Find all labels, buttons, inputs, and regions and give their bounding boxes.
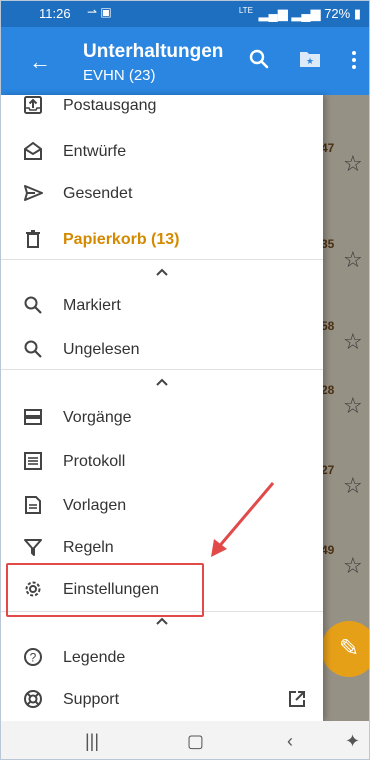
- drawer-item-legend[interactable]: ? Legende: [1, 637, 323, 679]
- back-arrow-icon[interactable]: ←: [29, 49, 51, 75]
- divider: [1, 259, 323, 260]
- status-bar: 11:26 ⇀ ▣ LTE ▂▄▆ ▂▄▆ 72% ▮: [1, 1, 369, 27]
- app-frame: 11:26 ⇀ ▣ LTE ▂▄▆ ▂▄▆ 72% ▮ ← Unterhaltu…: [0, 0, 370, 760]
- drawer-item-label: Papierkorb (13): [63, 231, 180, 248]
- drawer-item-operations[interactable]: Vorgänge: [1, 397, 323, 439]
- help-icon: ?: [24, 648, 42, 666]
- log-icon: [24, 452, 42, 470]
- drawer-item-label: Ungelesen: [63, 341, 140, 358]
- status-right: LTE ▂▄▆ ▂▄▆ 72% ▮: [239, 6, 361, 22]
- battery-icon: ▮: [353, 6, 361, 21]
- svg-text:★: ★: [306, 56, 314, 66]
- drawer-item-drafts[interactable]: Entwürfe: [1, 131, 323, 173]
- navigation-drawer: Postausgang Entwürfe Gesendet Papierkorb…: [1, 95, 323, 721]
- send-icon: [24, 185, 43, 201]
- drawer-item-label: Entwürfe: [63, 143, 127, 160]
- chevron-up-icon[interactable]: [151, 265, 173, 279]
- drawer-item-support[interactable]: Support: [1, 679, 323, 721]
- system-nav-bar: ||| ▢ ‹ ✦: [1, 721, 369, 759]
- annotation-highlight-box: [6, 563, 204, 617]
- search-icon: [24, 296, 42, 314]
- drawer-item-label: Support: [63, 691, 120, 708]
- chevron-up-icon[interactable]: [151, 375, 173, 389]
- drawer-item-label: Markiert: [63, 297, 121, 314]
- back-nav-icon[interactable]: ‹: [287, 731, 293, 752]
- templates-icon: [25, 496, 41, 514]
- divider: [1, 369, 323, 370]
- drawer-item-label: Vorgänge: [63, 409, 132, 426]
- home-icon[interactable]: ▢: [187, 731, 204, 752]
- page-title: Unterhaltungen: [83, 41, 224, 62]
- drawer-item-sent[interactable]: Gesendet: [1, 173, 323, 215]
- recent-apps-icon[interactable]: |||: [85, 731, 99, 752]
- drawer-item-label: Postausgang: [63, 97, 157, 114]
- drawer-item-label: Regeln: [63, 539, 114, 556]
- drawer-item-label: Legende: [63, 649, 126, 666]
- search-icon: [24, 340, 42, 358]
- status-time: 11:26: [39, 6, 71, 21]
- search-icon[interactable]: [247, 47, 271, 71]
- drawer-item-label: Vorlagen: [63, 497, 127, 514]
- svg-text:?: ?: [30, 651, 37, 665]
- more-menu-icon[interactable]: [351, 51, 357, 71]
- drawer-item-trash[interactable]: Papierkorb (13): [1, 219, 323, 261]
- signal-icon: ▂▄▆ ▂▄▆: [258, 6, 321, 21]
- drawer-item-label: Protokoll: [63, 453, 126, 470]
- drawer-item-flagged[interactable]: Markiert: [1, 285, 323, 327]
- support-icon: [24, 690, 42, 708]
- outbox-icon: [24, 96, 42, 114]
- folder-star-icon[interactable]: ★: [299, 49, 321, 69]
- accessibility-icon[interactable]: ✦: [345, 731, 360, 752]
- trash-icon: [26, 230, 40, 248]
- drawer-item-label: Gesendet: [63, 185, 133, 202]
- network-type: LTE: [238, 6, 253, 15]
- annotation-arrow: [211, 482, 275, 557]
- page-subtitle: EVHN (23): [83, 67, 156, 84]
- notification-icons: ⇀ ▣: [87, 5, 112, 19]
- battery-level: 72%: [324, 6, 351, 21]
- open-external-icon[interactable]: [287, 689, 307, 709]
- drafts-icon: [24, 141, 42, 160]
- compose-fab[interactable]: ✎: [321, 621, 369, 677]
- operations-icon: [24, 409, 42, 425]
- filter-icon: [24, 539, 42, 556]
- drawer-item-outbox[interactable]: Postausgang: [1, 85, 323, 127]
- drawer-item-unread[interactable]: Ungelesen: [1, 329, 323, 371]
- pencil-icon: ✎: [338, 635, 360, 662]
